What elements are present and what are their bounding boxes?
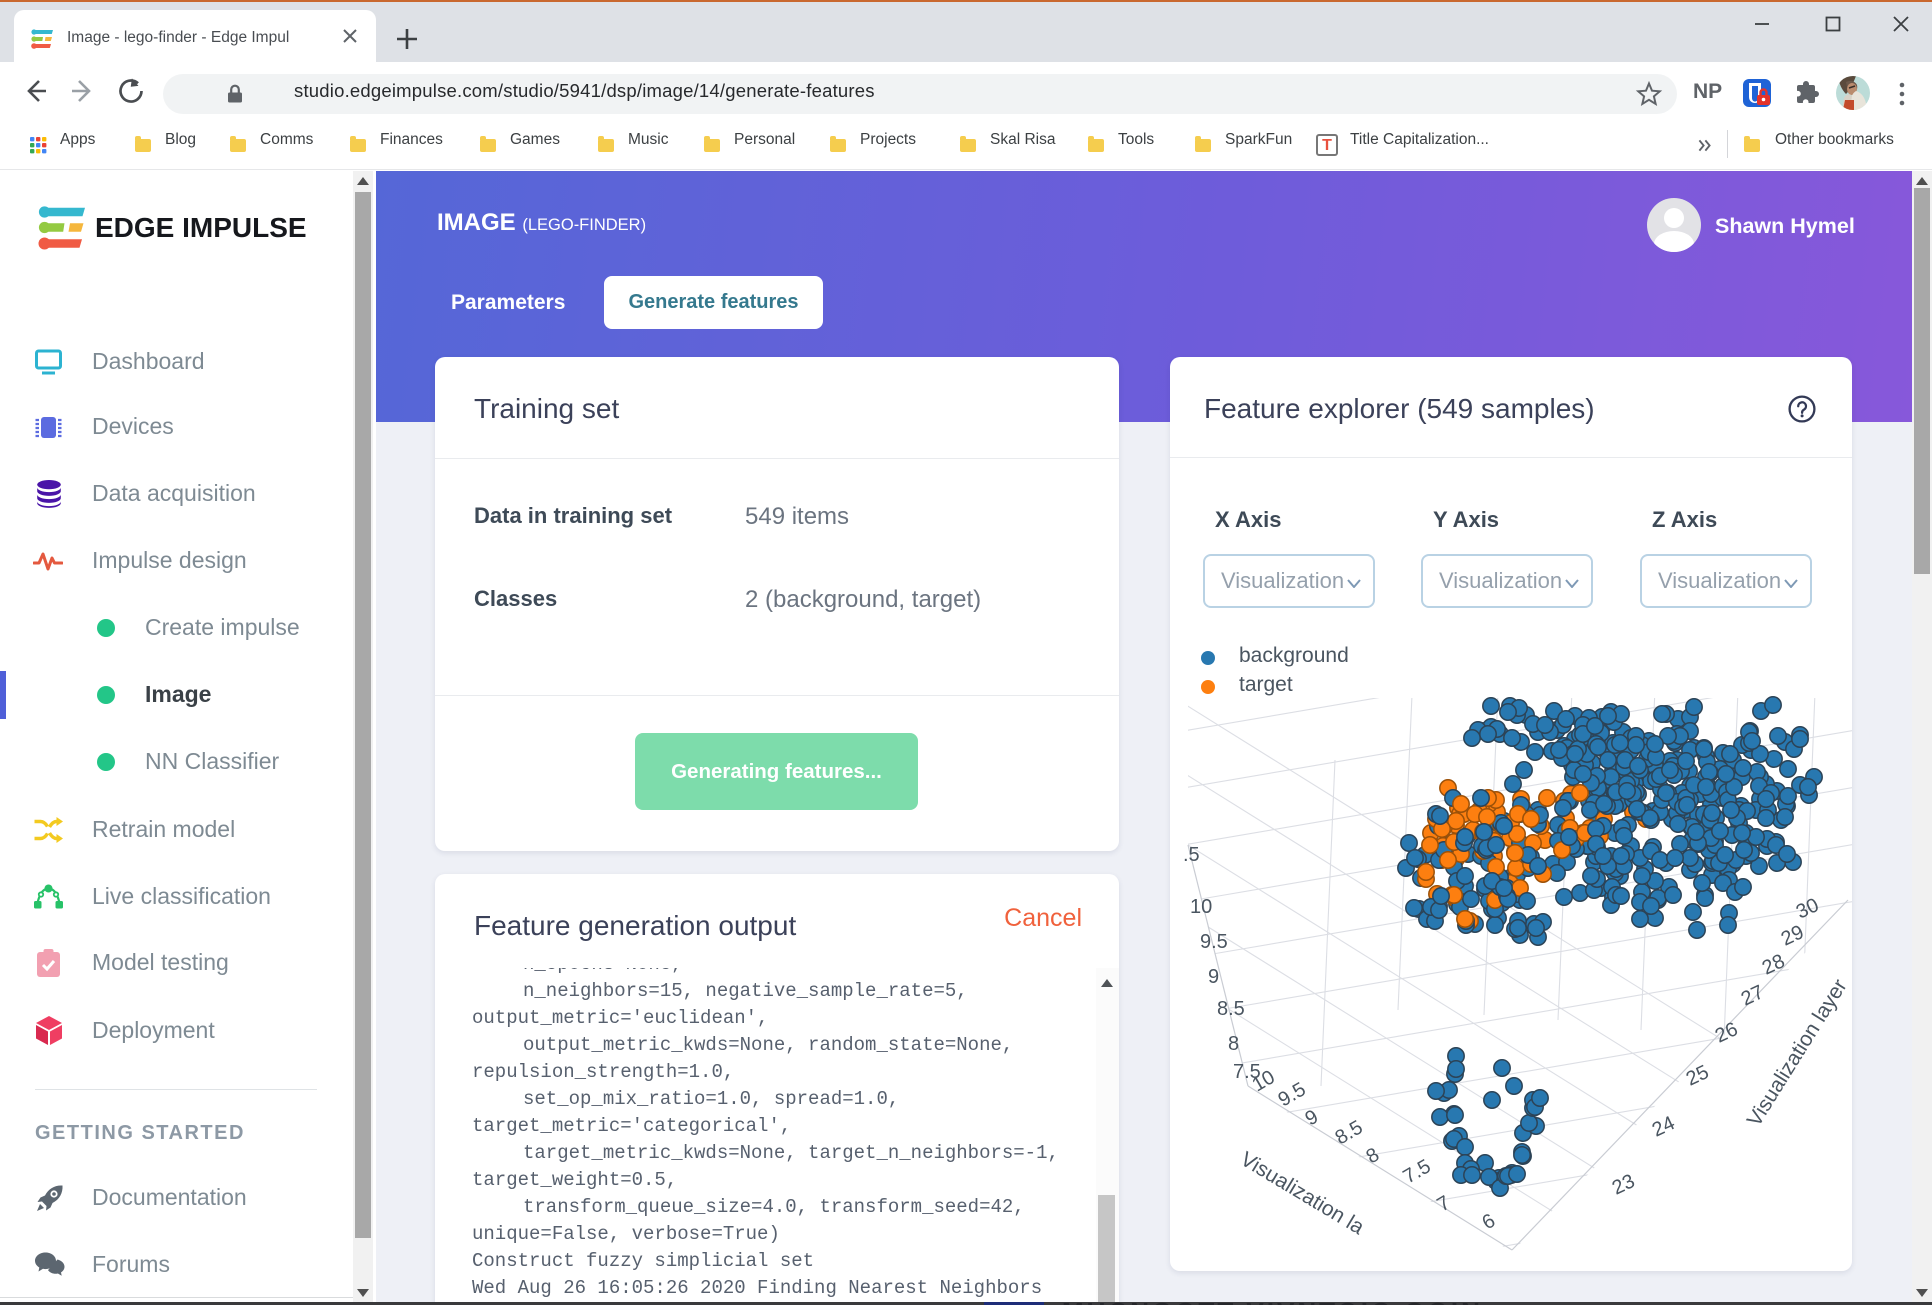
svg-text:28: 28: [1759, 950, 1788, 979]
svg-text:26: 26: [1712, 1018, 1741, 1047]
svg-text:9: 9: [1302, 1106, 1323, 1131]
svg-text:9: 9: [1208, 966, 1219, 988]
svg-text:9.5: 9.5: [1200, 931, 1228, 953]
svg-text:29: 29: [1778, 921, 1807, 950]
svg-text:8: 8: [1228, 1033, 1239, 1055]
svg-text:8.5: 8.5: [1332, 1116, 1367, 1149]
svg-text:Visualization la: Visualization la: [1236, 1148, 1368, 1240]
svg-text:25: 25: [1683, 1061, 1712, 1090]
svg-text:8.5: 8.5: [1217, 998, 1245, 1020]
svg-text:8: 8: [1363, 1144, 1384, 1169]
svg-text:30: 30: [1793, 894, 1822, 923]
svg-text:24: 24: [1649, 1112, 1678, 1141]
svg-text:10: 10: [1190, 896, 1212, 918]
svg-text:23: 23: [1609, 1170, 1638, 1199]
svg-text:.5: .5: [1183, 844, 1200, 866]
svg-text:27: 27: [1738, 981, 1767, 1010]
